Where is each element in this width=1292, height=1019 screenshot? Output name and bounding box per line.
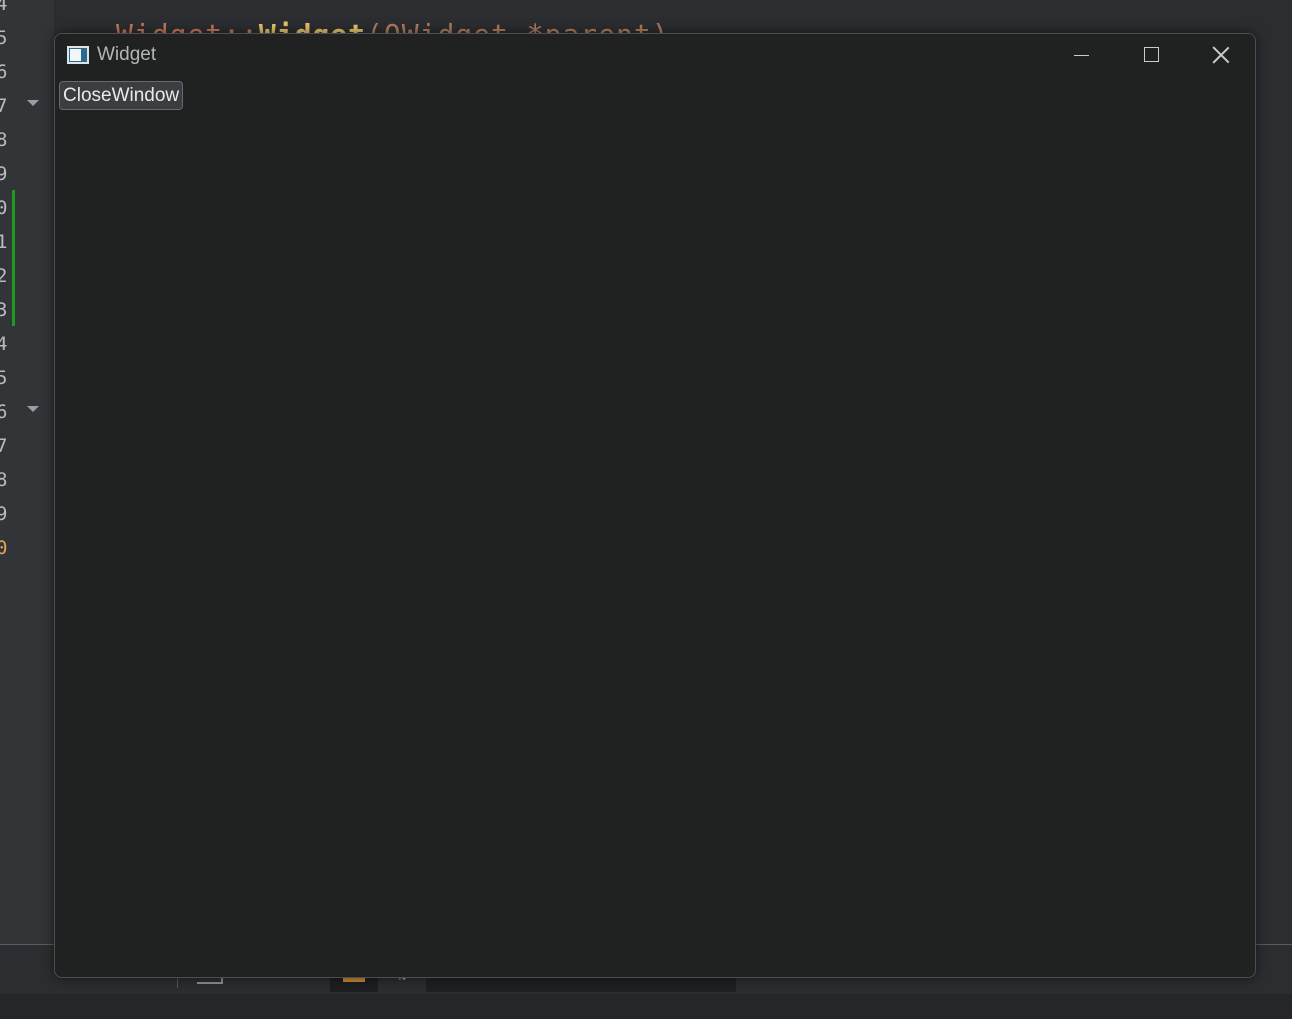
close-button[interactable] — [1187, 34, 1255, 76]
line-number: 6 — [0, 61, 8, 83]
line-number: 9 — [0, 503, 8, 525]
line-number: 4 — [0, 0, 8, 15]
vcs-change-marker — [12, 190, 15, 326]
line-number: 4 — [0, 333, 8, 355]
window-titlebar[interactable]: Widget — [55, 34, 1255, 76]
line-number: 8 — [0, 129, 8, 151]
maximize-button[interactable] — [1117, 34, 1185, 76]
app-window-icon — [67, 46, 89, 64]
close-icon — [1212, 46, 1230, 64]
widget-window: Widget CloseWindow — [54, 33, 1256, 978]
line-number-warning: 0 — [0, 537, 8, 559]
ide-line-gutter: 4 5 6 7 8 9 0 1 2 3 4 5 6 7 8 9 0 — [0, 0, 54, 944]
line-number: 5 — [0, 367, 8, 389]
fold-chevron-down-icon[interactable] — [27, 406, 39, 412]
line-number: 6 — [0, 401, 8, 423]
minimize-button[interactable] — [1047, 34, 1115, 76]
line-number: 5 — [0, 27, 8, 49]
line-number: 7 — [0, 435, 8, 457]
line-number: 7 — [0, 95, 8, 117]
fold-chevron-down-icon[interactable] — [27, 100, 39, 106]
window-title: Widget — [97, 44, 157, 65]
maximize-icon — [1144, 47, 1159, 62]
ide-status-bar — [0, 994, 1292, 1019]
line-number: 9 — [0, 163, 8, 185]
line-number: 8 — [0, 469, 8, 491]
minimize-icon — [1074, 55, 1089, 56]
close-window-button[interactable]: CloseWindow — [59, 81, 184, 110]
